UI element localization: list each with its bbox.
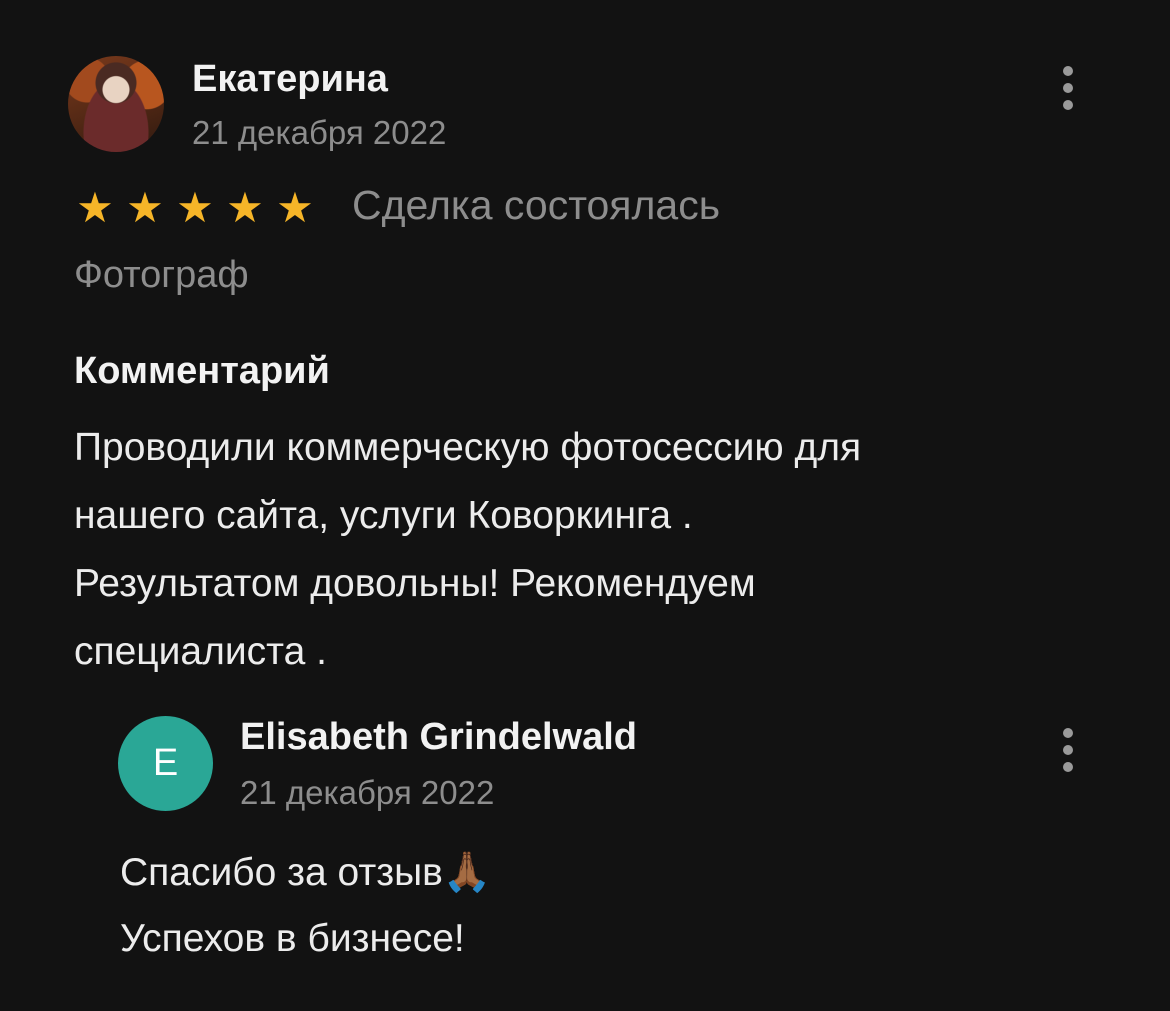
reply-line: Спасибо за отзыв🙏🏾 [120,851,492,894]
star-icon: ★ [176,184,214,231]
star-icon: ★ [76,184,114,231]
reply-more-icon[interactable] [1056,728,1080,772]
comment-line: специалиста . [74,630,327,673]
reply-line: Успехов в бизнесе! [120,917,465,960]
deal-status: Сделка состоялась [352,182,721,228]
comment-line: Проводили коммерческую фотосессию для [74,426,862,469]
reviewer-avatar[interactable] [68,56,164,152]
review-more-icon[interactable] [1056,66,1080,110]
comment-text: Проводили коммерческую фотосессию для на… [74,414,1074,686]
comment-heading: Комментарий [74,350,330,392]
star-icon: ★ [276,184,314,231]
star-icon: ★ [126,184,164,231]
reply-text: Спасибо за отзыв🙏🏾 Успехов в бизнесе! [120,840,491,972]
rating-stars: ★ ★ ★ ★ ★ [72,184,318,232]
comment-line: Результатом довольны! Рекомендуем [74,562,756,605]
reply-date: 21 декабря 2022 [240,774,495,811]
star-icon: ★ [226,184,264,231]
service-category: Фотограф [74,254,249,296]
reviewer-name[interactable]: Екатерина [192,58,388,101]
reply-author-name[interactable]: Elisabeth Grindelwald [240,716,637,759]
comment-line: нашего сайта, услуги Коворкинга . [74,494,693,537]
reply-avatar[interactable]: E [118,716,213,811]
review-date: 21 декабря 2022 [192,114,447,151]
